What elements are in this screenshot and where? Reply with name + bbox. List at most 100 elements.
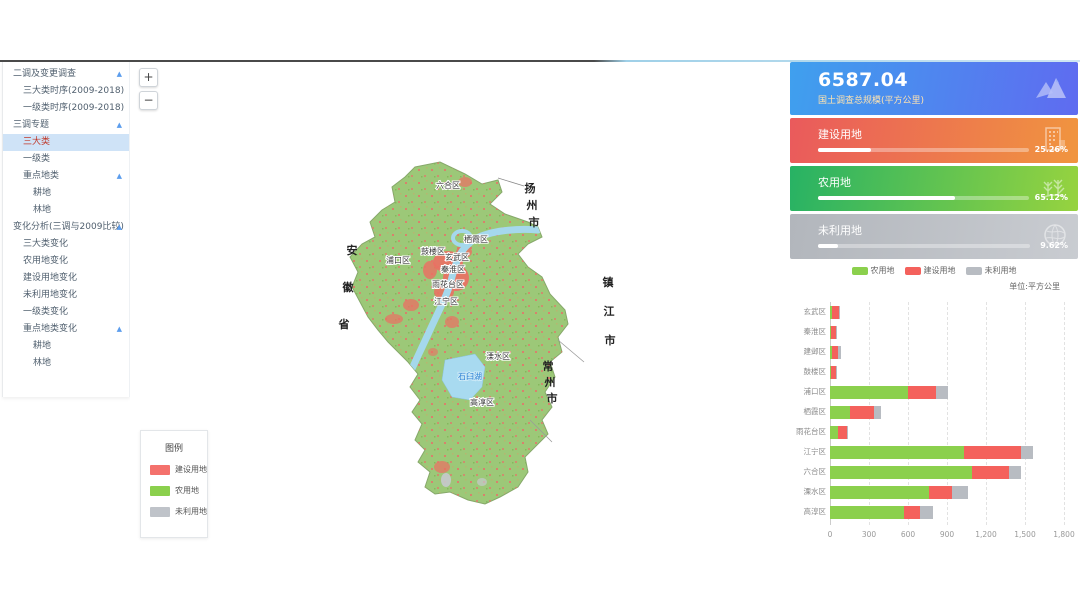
neighbor-city-label: 州 [544, 376, 556, 389]
bar-segment-建设用地[interactable] [832, 306, 839, 319]
tree-item-label: 重点地类 [23, 171, 59, 181]
bar-segment-建设用地[interactable] [838, 426, 847, 439]
district-label: 浦口区 [386, 255, 410, 265]
bar-segment-农用地[interactable] [830, 506, 904, 519]
neighbor-city-label: 市 [605, 333, 616, 347]
category-label: 溧水区 [790, 482, 826, 502]
bar-segment-未利用地[interactable] [1009, 466, 1021, 479]
legend-label: 未利用地 [175, 506, 207, 517]
bar-segment-建设用地[interactable] [908, 386, 936, 399]
tree-item-label: 一级类变化 [23, 307, 68, 317]
bar-segment-建设用地[interactable] [904, 506, 920, 519]
tree-item-14[interactable]: 一级类变化 [3, 304, 129, 321]
tree-item-15[interactable]: 重点地类变化▲ [3, 321, 129, 338]
chart-row-江宁区: 江宁区 [830, 442, 1033, 462]
tree-item-11[interactable]: 农用地变化 [3, 253, 129, 270]
tree-item-label: 农用地变化 [23, 256, 68, 266]
tree-item-label: 未利用地变化 [23, 290, 77, 300]
x-axis-tick-label: 900 [940, 530, 954, 539]
chart-row-秦淮区: 秦淮区 [830, 322, 836, 342]
bar-segment-未利用地[interactable] [847, 426, 848, 439]
chart-legend-label: 农用地 [871, 265, 895, 276]
category-label: 建邺区 [790, 342, 826, 362]
tree-item-6[interactable]: 重点地类 ▲ [3, 168, 129, 185]
tree-item-16[interactable]: 耕地 [3, 338, 129, 355]
bar-segment-未利用地[interactable] [1021, 446, 1033, 459]
bar-segment-未利用地[interactable] [874, 406, 881, 419]
category-label: 高淳区 [790, 502, 826, 522]
unused-percent: 9.62% [1036, 241, 1068, 250]
unused-land-card: 未利用地 9.62% [790, 214, 1078, 259]
tree-item-label: 一级类时序(2009-2018) [23, 103, 124, 113]
x-axis-tick-label: 1,200 [975, 530, 996, 539]
layer-tree-sidebar: 二调及变更调查▲三大类时序(2009-2018) 一级类时序(2009-2018)… [2, 62, 130, 397]
bar-segment-未利用地[interactable] [839, 306, 840, 319]
bar-segment-农用地[interactable] [830, 486, 929, 499]
map-zoom-in-button[interactable]: + [139, 68, 158, 87]
bar-segment-未利用地[interactable] [952, 486, 969, 499]
collapse-arrow-icon[interactable]: ▲ [117, 66, 122, 83]
tree-item-0[interactable]: 二调及变更调查▲ [3, 66, 129, 83]
district-label: 玄武区 [445, 252, 469, 262]
chart-legend-item[interactable]: 农用地 [852, 265, 895, 276]
map-legend: 图例 建设用地农用地未利用地 [140, 430, 208, 538]
collapse-arrow-icon[interactable]: ▲ [117, 117, 122, 134]
category-label: 雨花台区 [790, 422, 826, 442]
tree-item-1[interactable]: 三大类时序(2009-2018) [3, 83, 129, 100]
tree-item-label: 变化分析(三调与2009比较) [13, 222, 124, 232]
bar-segment-未利用地[interactable] [838, 346, 840, 359]
category-label: 浦口区 [790, 382, 826, 402]
tree-item-9[interactable]: 变化分析(三调与2009比较)▲ [3, 219, 129, 236]
bar-segment-建设用地[interactable] [964, 446, 1021, 459]
bar-segment-建设用地[interactable] [850, 406, 874, 419]
collapse-arrow-icon[interactable]: ▲ [117, 321, 122, 338]
chart-legend-swatch [966, 267, 982, 275]
tree-item-12[interactable]: 建设用地变化 [3, 270, 129, 287]
x-axis-tick-label: 600 [901, 530, 915, 539]
chart-row-浦口区: 浦口区 [830, 382, 948, 402]
bar-segment-农用地[interactable] [830, 426, 838, 439]
tree-item-label: 一级类 [23, 154, 50, 164]
bar-segment-未利用地[interactable] [936, 386, 948, 399]
legend-label: 建设用地 [175, 464, 207, 475]
tree-item-13[interactable]: 未利用地变化 [3, 287, 129, 304]
collapse-arrow-icon[interactable]: ▲ [117, 219, 122, 236]
tree-item-8[interactable]: 林地 [3, 202, 129, 219]
category-label: 玄武区 [790, 302, 826, 322]
map-panel[interactable]: 六合区浦口区栖霞区鼓楼区玄武区秦淮区雨花台区江宁区溧水区高淳区石臼湖扬州市镇江市… [130, 62, 790, 545]
agricultural-land-label: 农用地 [818, 174, 1078, 190]
tree-item-5[interactable]: 一级类 [3, 151, 129, 168]
chart-legend-item[interactable]: 未利用地 [966, 265, 1017, 276]
x-axis-tick-label: 300 [862, 530, 876, 539]
chart-legend-item[interactable]: 建设用地 [905, 265, 956, 276]
district-label: 江宁区 [434, 296, 458, 306]
bar-segment-建设用地[interactable] [929, 486, 952, 499]
tree-item-label: 三大类 [23, 137, 50, 147]
bar-segment-农用地[interactable] [830, 386, 908, 399]
construction-progress-track [818, 148, 1029, 152]
tree-item-10[interactable]: 三大类变化 [3, 236, 129, 253]
unused-land-label: 未利用地 [818, 222, 1078, 238]
neighbor-city-label: 徽 [342, 280, 355, 294]
statistics-panel: 6587.04 国土调查总规模(平方公里) 建设用地 25.26% 农用地 [790, 62, 1078, 545]
bar-segment-建设用地[interactable] [972, 466, 1010, 479]
tree-item-4[interactable]: 三大类 [3, 134, 129, 151]
category-label: 栖霞区 [790, 402, 826, 422]
bar-segment-农用地[interactable] [830, 406, 850, 419]
tree-item-2[interactable]: 一级类时序(2009-2018) [3, 100, 129, 117]
collapse-arrow-icon[interactable]: ▲ [117, 168, 122, 185]
neighbor-city-label: 州 [526, 199, 538, 212]
tree-item-7[interactable]: 耕地 [3, 185, 129, 202]
mountain-icon [1034, 74, 1068, 100]
legend-label: 农用地 [175, 485, 199, 496]
x-axis-tick-label: 1,800 [1053, 530, 1074, 539]
bar-segment-农用地[interactable] [830, 446, 964, 459]
tree-item-3[interactable]: 三调专题▲ [3, 117, 129, 134]
bar-segment-农用地[interactable] [830, 466, 972, 479]
bar-segment-未利用地[interactable] [920, 506, 933, 519]
neighbor-city-label: 镇 [603, 275, 614, 289]
landuse-map[interactable]: 六合区浦口区栖霞区鼓楼区玄武区秦淮区雨花台区江宁区溧水区高淳区石臼湖扬州市镇江市… [130, 62, 790, 545]
tree-item-17[interactable]: 林地 [3, 355, 129, 372]
bar-segment-未利用地[interactable] [836, 366, 837, 379]
map-zoom-out-button[interactable]: − [139, 91, 158, 110]
